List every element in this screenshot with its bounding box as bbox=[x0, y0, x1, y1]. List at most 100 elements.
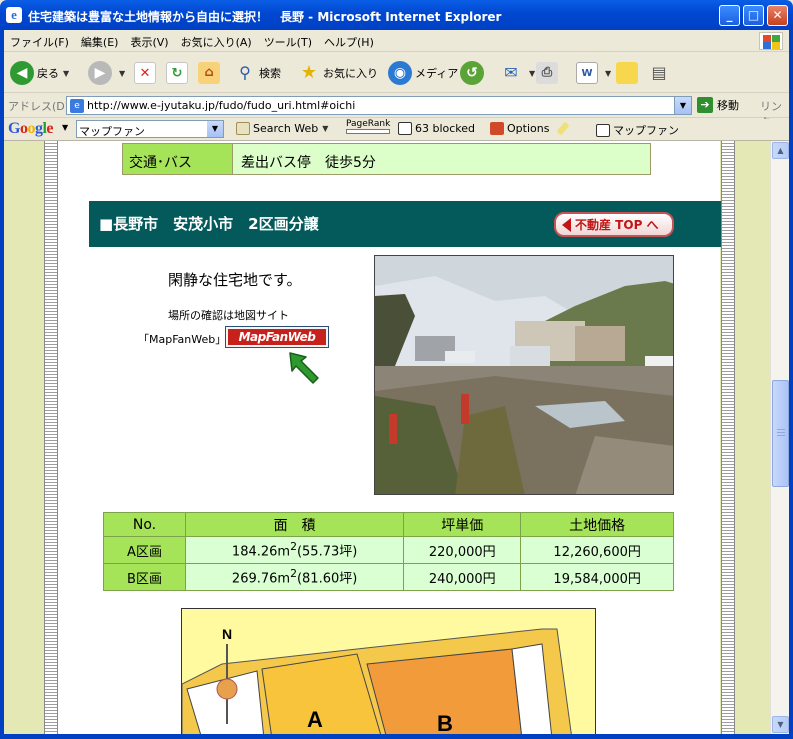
search-web-label: Search Web bbox=[253, 122, 319, 135]
menu-help[interactable]: ヘルプ(H) bbox=[318, 30, 380, 50]
research-button[interactable]: ▤ bbox=[648, 59, 673, 87]
scroll-down-button[interactable]: ▼ bbox=[772, 716, 789, 733]
google-search-input[interactable]: マップファン ▼ bbox=[76, 120, 224, 138]
menu-favorites[interactable]: お気に入り(A) bbox=[175, 30, 258, 50]
home-button[interactable]: ⌂ bbox=[198, 59, 223, 87]
left-arrow-icon bbox=[562, 217, 571, 232]
menu-view[interactable]: 表示(V) bbox=[124, 30, 174, 50]
refresh-button[interactable]: ↻ bbox=[166, 59, 191, 87]
word-find-button[interactable]: マップファン bbox=[596, 122, 679, 138]
google-query-dropdown-icon[interactable]: ▼ bbox=[207, 121, 223, 137]
pagerank-label: PageRank bbox=[346, 119, 391, 129]
search-button[interactable]: ⚲ 検索 bbox=[234, 59, 281, 87]
page-content: 交通･バス 差出バス停 徒歩5分 ■長野市 安茂小市 2区画分譲 不動産 TOP… bbox=[58, 141, 722, 734]
stop-button[interactable]: ✕ bbox=[134, 59, 159, 87]
page-viewport: 交通･バス 差出バス停 徒歩5分 ■長野市 安茂小市 2区画分譲 不動産 TOP… bbox=[4, 141, 770, 734]
history-button[interactable]: ↺ bbox=[460, 59, 487, 87]
forward-arrow-icon: ▶ bbox=[88, 61, 112, 85]
price-table: No. 面 積 坪単価 土地価格 A区画 184.26m2(55.73坪) 22… bbox=[103, 512, 674, 591]
minimize-button[interactable]: _ bbox=[719, 5, 740, 26]
google-menu-dropdown-icon[interactable]: ▼ bbox=[62, 123, 68, 132]
lot-area-value: 184.26m bbox=[231, 544, 291, 560]
find-icon bbox=[596, 123, 610, 137]
lot-area-tsubo: (55.73坪) bbox=[296, 544, 358, 560]
menu-file[interactable]: ファイル(F) bbox=[4, 30, 75, 50]
mapfan-logo: MapFanWeb bbox=[228, 329, 326, 345]
media-label: メディア bbox=[415, 67, 459, 80]
pointer-arrow-icon bbox=[289, 352, 319, 384]
lot-name: B区画 bbox=[103, 563, 186, 591]
go-button[interactable]: ➔ 移動 bbox=[697, 97, 739, 113]
popup-blocker-button[interactable]: 63 blocked bbox=[398, 122, 475, 135]
popup-blocker-icon bbox=[398, 122, 412, 135]
favorites-button[interactable]: ★ お気に入り bbox=[298, 59, 378, 87]
stop-icon: ✕ bbox=[134, 62, 156, 84]
price-table-header: No. 面 積 坪単価 土地価格 bbox=[103, 512, 674, 537]
forward-dropdown-icon[interactable]: ▼ bbox=[119, 69, 125, 78]
google-query: マップファン bbox=[79, 125, 145, 138]
transport-label: 交通･バス bbox=[123, 144, 233, 174]
back-button[interactable]: ◀ 戻る ▼ bbox=[10, 59, 69, 87]
search-icon: ⚲ bbox=[239, 63, 251, 82]
mapfan-web-link[interactable]: MapFanWeb bbox=[225, 326, 329, 348]
edit-dropdown-icon[interactable]: ▼ bbox=[605, 69, 611, 78]
menu-tools[interactable]: ツール(T) bbox=[258, 30, 318, 50]
print-button[interactable]: ⎙ bbox=[536, 59, 561, 87]
lot-area-tsubo: (81.60坪) bbox=[296, 571, 358, 587]
property-heading: ■長野市 安茂小市 2区画分譲 bbox=[99, 215, 319, 233]
back-arrow-icon: ◀ bbox=[10, 61, 34, 85]
lot-area-value: 269.76m bbox=[231, 571, 291, 587]
media-icon: ◉ bbox=[388, 61, 412, 85]
printer-icon: ⎙ bbox=[536, 62, 558, 84]
scroll-thumb[interactable] bbox=[772, 380, 789, 487]
binoculars-icon bbox=[236, 122, 250, 135]
lot-area-unit-sup: 2 bbox=[290, 540, 297, 554]
maximize-button[interactable]: □ bbox=[743, 5, 764, 26]
highlight-button[interactable] bbox=[556, 121, 570, 136]
go-arrow-icon: ➔ bbox=[697, 97, 713, 113]
edit-button[interactable]: W ▼ bbox=[576, 59, 611, 87]
table-row: B区画 269.76m2(81.60坪) 240,000円 19,584,000… bbox=[103, 563, 674, 591]
transport-value: 差出バス停 徒歩5分 bbox=[233, 144, 650, 174]
title-bar: e 住宅建築は豊富な土地情報から自由に選択！ 長野 - Microsoft In… bbox=[0, 0, 793, 30]
property-photo bbox=[374, 255, 674, 495]
google-logo[interactable]: Google bbox=[8, 120, 53, 138]
mail-icon: ✉ bbox=[504, 63, 518, 82]
search-web-dropdown-icon[interactable]: ▼ bbox=[322, 124, 328, 133]
header-land-price: 土地価格 bbox=[520, 512, 674, 537]
media-button[interactable]: ◉ メディア bbox=[388, 59, 458, 87]
lot-b-label: B bbox=[437, 711, 453, 734]
refresh-icon: ↻ bbox=[166, 62, 188, 84]
window-frame-bottom bbox=[0, 734, 793, 739]
discuss-button[interactable] bbox=[616, 59, 641, 87]
lot-unit-price: 220,000円 bbox=[403, 536, 522, 564]
table-row: A区画 184.26m2(55.73坪) 220,000円 12,260,600… bbox=[103, 536, 674, 564]
address-dropdown-icon[interactable]: ▼ bbox=[674, 97, 691, 114]
search-label: 検索 bbox=[259, 67, 281, 80]
address-label: アドレス(D) bbox=[8, 100, 70, 113]
blocked-count: 63 blocked bbox=[415, 122, 476, 135]
window-frame-right bbox=[789, 30, 793, 734]
mail-button[interactable]: ✉ ▼ bbox=[500, 59, 535, 87]
forward-button[interactable]: ▶ ▼ bbox=[88, 59, 125, 87]
north-label: N bbox=[222, 626, 232, 642]
mail-dropdown-icon[interactable]: ▼ bbox=[529, 69, 535, 78]
address-input[interactable]: e http://www.e-jyutaku.jp/fudo/fudo_uri.… bbox=[66, 96, 692, 115]
close-button[interactable]: ✕ bbox=[767, 5, 788, 26]
scroll-up-button[interactable]: ▲ bbox=[772, 142, 789, 159]
options-icon bbox=[490, 122, 504, 135]
location-site-name: 「MapFanWeb」 bbox=[138, 333, 227, 346]
menu-edit[interactable]: 編集(E) bbox=[75, 30, 125, 50]
header-no: No. bbox=[103, 512, 186, 537]
real-estate-top-button[interactable]: 不動産 TOP へ bbox=[554, 212, 674, 237]
options-button[interactable]: Options bbox=[490, 122, 549, 135]
header-unit-price: 坪単価 bbox=[403, 512, 522, 537]
back-dropdown-icon[interactable]: ▼ bbox=[63, 69, 69, 78]
vertical-scrollbar[interactable]: ▲ ▼ bbox=[770, 141, 789, 734]
standard-toolbar: ◀ 戻る ▼ ▶ ▼ ✕ ↻ ⌂ ⚲ 検索 ★ お気に入り ◉ メディア ↺ ✉ ▼ ⎙ W… bbox=[4, 53, 789, 93]
back-label: 戻る bbox=[37, 67, 59, 80]
google-toolbar: Google ▼ マップファン ▼ Search Web ▼ PageRank 6… bbox=[4, 119, 789, 141]
lot-area: 269.76m2(81.60坪) bbox=[184, 563, 405, 591]
favorites-label: お気に入り bbox=[323, 67, 378, 80]
search-web-button[interactable]: Search Web ▼ bbox=[236, 122, 328, 135]
